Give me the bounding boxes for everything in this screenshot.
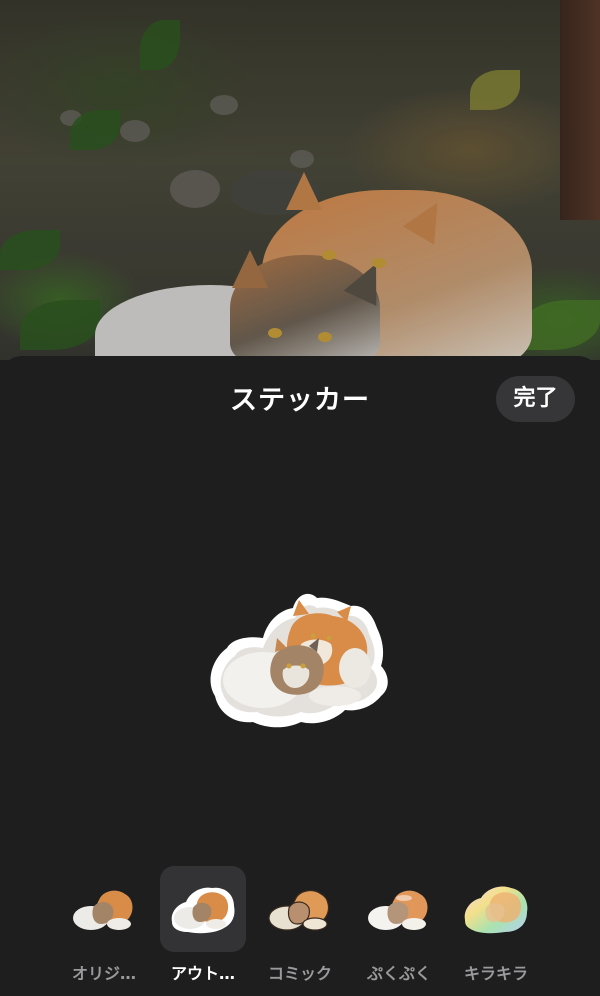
shiny-sticker-thumb xyxy=(464,886,528,934)
outline-sticker-thumb xyxy=(171,887,235,934)
style-option-label: アウト… xyxy=(170,964,235,983)
style-option-puffy[interactable]: ぷくぷく xyxy=(356,866,442,986)
puffy-sticker-thumb xyxy=(368,890,428,930)
sticker-preview[interactable] xyxy=(205,588,395,733)
comic-sticker-thumb xyxy=(268,890,330,931)
style-option-label: オリジ… xyxy=(71,964,136,983)
original-sticker-thumb xyxy=(73,890,133,930)
style-option-label: キラキラ xyxy=(463,964,528,983)
style-option-original[interactable]: オリジ… xyxy=(61,866,147,986)
sticker-style-selector: オリジ… アウト… コミック ぷくぷく キラキラ xyxy=(0,866,600,986)
style-option-comic[interactable]: コミック xyxy=(257,866,343,986)
style-option-label: コミック xyxy=(267,964,332,983)
sticker-sheet: ステッカー 完了 オリジ… アウト… コミック ぷくぷく キラキラ xyxy=(0,356,600,996)
style-option-label: ぷくぷく xyxy=(366,964,431,983)
style-option-outline[interactable]: アウト… xyxy=(160,866,246,986)
background-photo xyxy=(0,0,600,360)
style-option-shiny[interactable]: キラキラ xyxy=(453,866,539,986)
done-button[interactable]: 完了 xyxy=(496,376,575,422)
